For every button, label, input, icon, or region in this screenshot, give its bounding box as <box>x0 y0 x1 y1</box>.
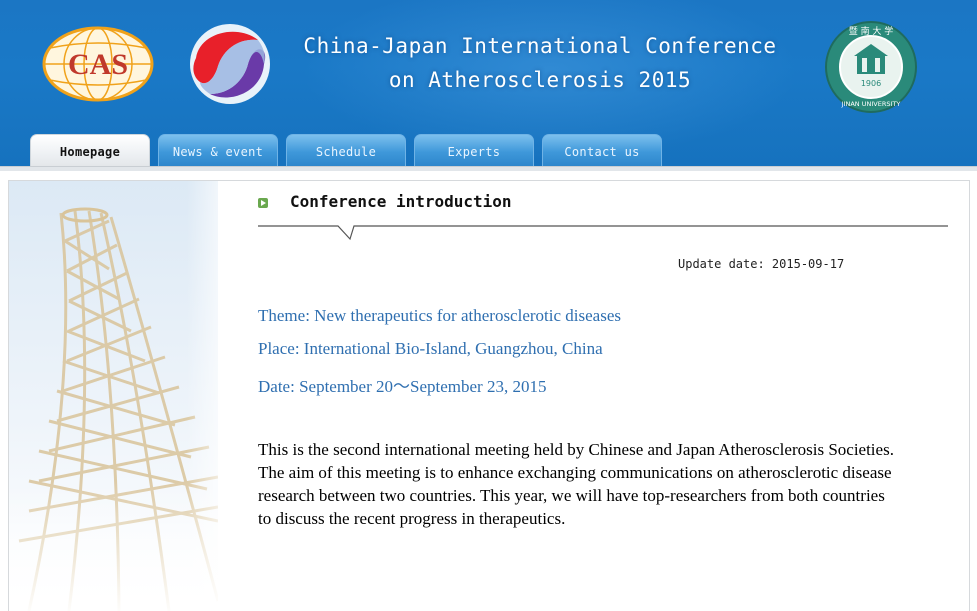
section-divider <box>258 225 948 241</box>
conference-place: Place: International Bio-Island, Guangzh… <box>258 339 603 358</box>
conference-date: Date: September 20～September 23, 2015 <box>258 377 547 396</box>
tab-contact-us[interactable]: Contact us <box>542 134 662 166</box>
play-bullet-icon <box>258 198 268 208</box>
nav-underline <box>0 166 977 171</box>
intro-paragraph: This is the second international meeting… <box>258 440 894 528</box>
conference-theme: Theme: New therapeutics for atherosclero… <box>258 306 621 325</box>
tab-schedule[interactable]: Schedule <box>286 134 406 166</box>
main-nav: Homepage News & event Schedule Experts C… <box>0 134 977 166</box>
conference-title-line2: on Atherosclerosis 2015 <box>388 68 692 92</box>
tab-news-event[interactable]: News & event <box>158 134 278 166</box>
tab-experts[interactable]: Experts <box>414 134 534 166</box>
conference-title-line1: China-Japan International Conference <box>303 34 777 58</box>
svg-text:JINAN UNIVERSITY: JINAN UNIVERSITY <box>841 100 901 108</box>
jinan-university-seal: 1906 暨 南 大 学 JINAN UNIVERSITY <box>825 21 917 113</box>
cas-logo: CAS <box>42 26 154 102</box>
svg-text:暨 南 大 学: 暨 南 大 学 <box>849 25 894 37</box>
svg-text:1906: 1906 <box>861 79 881 88</box>
tab-homepage[interactable]: Homepage <box>30 134 150 166</box>
canton-tower-image <box>9 181 218 611</box>
swirl-logo <box>190 24 270 104</box>
svg-text:CAS: CAS <box>68 48 128 81</box>
section-title: Conference introduction <box>290 192 512 211</box>
update-date: Update date: 2015-09-17 <box>678 257 845 271</box>
